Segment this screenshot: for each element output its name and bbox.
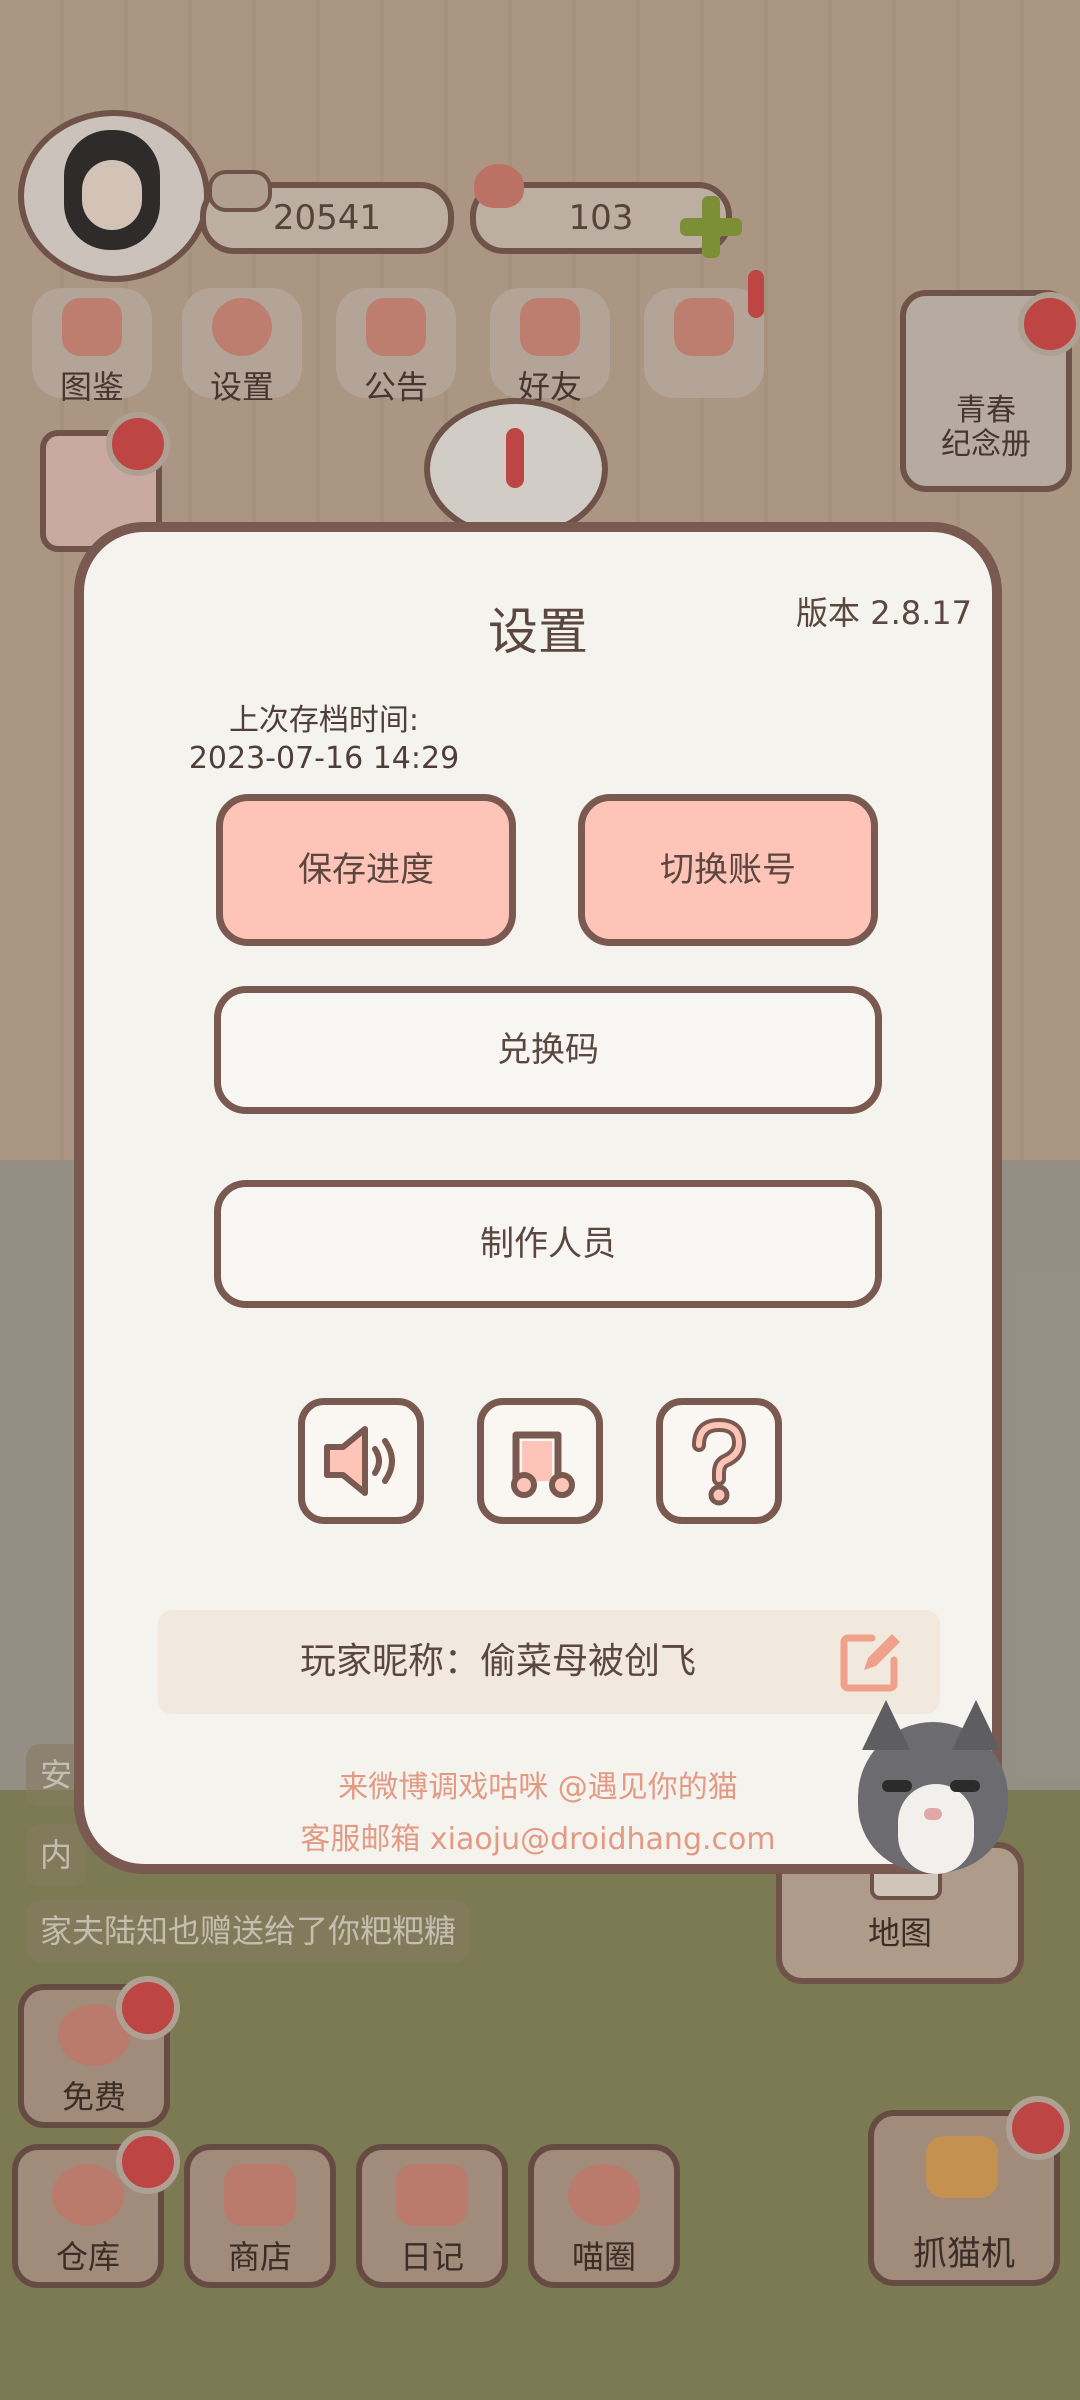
help-button[interactable] xyxy=(656,1398,782,1524)
last-save-label: 上次存档时间: xyxy=(228,703,420,738)
save-progress-label: 保存进度 xyxy=(298,850,434,890)
music-toggle-button[interactable] xyxy=(477,1398,603,1524)
last-save-info: 上次存档时间: 2023-07-16 14:29 xyxy=(174,702,474,778)
credits-button[interactable]: 制作人员 xyxy=(214,1180,882,1308)
nickname-bar: 玩家昵称：偷菜母被创飞 xyxy=(158,1610,940,1714)
edit-nickname-button[interactable] xyxy=(838,1630,902,1694)
settings-dialog: 设置 版本 2.8.17 上次存档时间: 2023-07-16 14:29 保存… xyxy=(74,522,1002,1874)
cat-mascot xyxy=(852,1688,1012,1878)
redeem-code-button[interactable]: 兑换码 xyxy=(214,986,882,1114)
edit-icon xyxy=(840,1634,900,1692)
nickname-text: 玩家昵称：偷菜母被创飞 xyxy=(299,1641,696,1682)
last-save-time: 2023-07-16 14:29 xyxy=(188,741,460,776)
sound-toggle-button[interactable] xyxy=(298,1398,424,1524)
switch-account-label: 切换账号 xyxy=(660,850,796,890)
sound-icon xyxy=(324,1426,395,1496)
redeem-code-label: 兑换码 xyxy=(497,1030,599,1070)
switch-account-button[interactable]: 切换账号 xyxy=(578,794,878,946)
version-label: 版本 2.8.17 xyxy=(796,594,972,632)
music-icon xyxy=(511,1431,575,1498)
save-progress-button[interactable]: 保存进度 xyxy=(216,794,516,946)
help-icon xyxy=(692,1417,747,1506)
credits-label: 制作人员 xyxy=(480,1224,616,1264)
